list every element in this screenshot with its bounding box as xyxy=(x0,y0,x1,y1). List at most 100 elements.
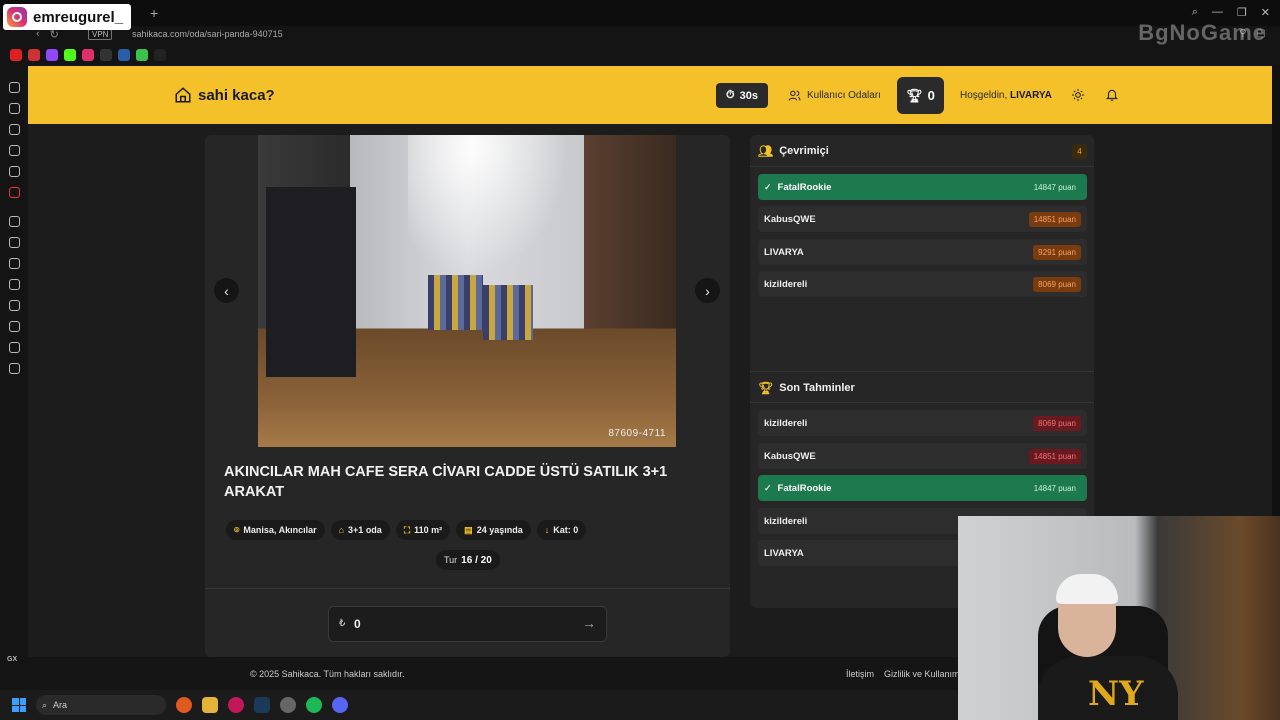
bookmarks-bar xyxy=(0,44,1280,66)
guess-value[interactable]: 0 xyxy=(354,617,361,631)
online-user-row[interactable]: LIVARYA 9291 puan xyxy=(758,239,1087,265)
discord-icon[interactable] xyxy=(9,166,20,177)
home-icon xyxy=(175,87,191,103)
browser-sidebar: GX xyxy=(0,66,28,690)
user-points: 14847 puan xyxy=(1033,182,1076,192)
search-tabs-icon[interactable]: ⌕ xyxy=(1192,6,1198,19)
recent-guess-row: kizildereli 8069 puan xyxy=(758,410,1087,436)
panel-divider xyxy=(750,166,1094,167)
next-photo-button[interactable]: › xyxy=(695,278,720,303)
check-icon: ✓ xyxy=(764,482,772,493)
webcam-beanie xyxy=(1056,574,1118,604)
bookmark-icon[interactable] xyxy=(100,49,112,61)
footer-links: İletişim Gizlilik ve Kullanım xyxy=(846,669,960,679)
welcome-prefix: Hoşgeldin, xyxy=(960,90,1008,101)
user-name: LIVARYA xyxy=(764,547,804,559)
copyright-text: © 2025 Sahikaca. Tüm hakları saklıdır. xyxy=(250,669,405,679)
tag-age: ▤ 24 yaşında xyxy=(456,520,531,540)
user-name: KabusQWE xyxy=(764,450,816,462)
submit-arrow-icon[interactable]: → xyxy=(582,615,596,631)
apps-icon[interactable] xyxy=(9,237,20,248)
instagram-icon[interactable] xyxy=(9,103,20,114)
theme-toggle-sun-icon[interactable] xyxy=(1071,88,1085,102)
extensions-icon[interactable] xyxy=(9,342,20,353)
opera-gx-icon[interactable] xyxy=(228,697,244,713)
taskbar-search[interactable]: ⌕ Ara xyxy=(36,695,166,715)
prev-photo-button[interactable]: ‹ xyxy=(214,278,239,303)
app-icon[interactable] xyxy=(9,187,20,198)
notifications-bell-icon[interactable] xyxy=(1105,88,1119,102)
arrow-down-icon: ↓ xyxy=(544,525,550,535)
listing-title: AKINCILAR MAH CAFE SERA CİVARI CADDE ÜST… xyxy=(224,464,668,500)
chevron-right-icon: › xyxy=(705,282,710,299)
file-explorer-icon[interactable] xyxy=(202,697,218,713)
online-user-row[interactable]: KabusQWE 14851 puan xyxy=(758,206,1087,232)
trophy-icon: 🏆︎ xyxy=(906,87,923,103)
user-name: KabusQWE xyxy=(764,213,816,225)
download-icon[interactable] xyxy=(9,321,20,332)
tag-floor: ↓ Kat: 0 xyxy=(536,520,587,540)
location-icon: ⌾ xyxy=(234,524,240,535)
bookmark-icon[interactable] xyxy=(136,49,148,61)
close-window-button[interactable]: ✕ xyxy=(1261,6,1270,19)
recent-title: Son Tahminler xyxy=(779,382,855,394)
discord-icon[interactable] xyxy=(332,697,348,713)
youtube-bookmark-icon[interactable] xyxy=(10,49,22,61)
stream-watermark: BgNoGame xyxy=(1138,20,1266,45)
gmail-bookmark-icon[interactable] xyxy=(28,49,40,61)
tiktok-icon[interactable] xyxy=(9,124,20,135)
twitch-bookmark-icon[interactable] xyxy=(46,49,58,61)
maximize-button[interactable]: ❐ xyxy=(1237,6,1247,19)
heart-icon[interactable] xyxy=(9,258,20,269)
bookmark-icon[interactable] xyxy=(118,49,130,61)
url-field[interactable]: sahikaca.com/oda/sari-panda-940715 xyxy=(132,29,283,39)
panel-divider xyxy=(750,402,1094,403)
guess-input[interactable]: ₺ 0 → xyxy=(328,606,607,642)
kick-bookmark-icon[interactable] xyxy=(64,49,76,61)
address-bar: ‹ ↻ VPN sahikaca.com/oda/sari-panda-9407… xyxy=(0,26,1280,44)
windows-start-icon[interactable] xyxy=(12,698,26,712)
photo-door xyxy=(266,187,356,377)
user-name: kizildereli xyxy=(764,278,808,290)
user-name: FatalRookie xyxy=(777,482,832,494)
timer-value: 30s xyxy=(739,89,758,102)
vpn-badge[interactable]: VPN xyxy=(88,29,113,40)
tiktok-bookmark-icon[interactable] xyxy=(154,49,166,61)
round-indicator: Tur 16 / 20 xyxy=(436,550,500,570)
app-taskbar-icon[interactable] xyxy=(280,697,296,713)
online-user-row[interactable]: kizildereli 8069 puan xyxy=(758,271,1087,297)
round-value: 16 / 20 xyxy=(461,554,492,566)
history-icon[interactable] xyxy=(9,300,20,311)
tag-label: 24 yaşında xyxy=(476,525,523,535)
instagram-icon xyxy=(7,7,27,27)
panel-divider xyxy=(750,371,1094,372)
wallet-icon[interactable] xyxy=(9,279,20,290)
privacy-link[interactable]: Gizlilik ve Kullanım xyxy=(884,669,960,679)
users-icon: 👥︎ xyxy=(758,144,774,158)
chevron-left-icon: ‹ xyxy=(224,282,229,299)
gx-icon[interactable]: GX xyxy=(7,656,17,663)
photo-armchair xyxy=(483,285,533,340)
check-icon: ✓ xyxy=(764,181,772,192)
user-name: FatalRookie xyxy=(777,181,832,193)
instagram-bookmark-icon[interactable] xyxy=(82,49,94,61)
spotify-icon[interactable] xyxy=(306,697,322,713)
new-tab-button[interactable]: + xyxy=(150,5,158,21)
user-rooms-link[interactable]: Kullanıcı Odaları xyxy=(788,89,881,102)
x-icon[interactable] xyxy=(9,145,20,156)
app-taskbar-icon[interactable] xyxy=(176,697,192,713)
spotify-icon[interactable] xyxy=(9,216,20,227)
online-user-row[interactable]: ✓ FatalRookie 14847 puan xyxy=(758,174,1087,200)
score-badge[interactable]: 🏆︎ 0 xyxy=(897,77,944,114)
user-points: 8069 puan xyxy=(1033,415,1081,431)
steam-icon[interactable] xyxy=(254,697,270,713)
ai-icon[interactable] xyxy=(9,82,20,93)
tag-label: Kat: 0 xyxy=(553,525,579,535)
home-icon: ⌂ xyxy=(338,525,345,535)
minimize-button[interactable]: — xyxy=(1212,6,1223,19)
settings-icon[interactable] xyxy=(9,363,20,374)
expand-icon: ⛶ xyxy=(403,524,411,535)
contact-link[interactable]: İletişim xyxy=(846,669,874,679)
site-logo[interactable]: sahi kaca? xyxy=(174,86,275,104)
stopwatch-icon: ⏱ xyxy=(726,89,735,101)
